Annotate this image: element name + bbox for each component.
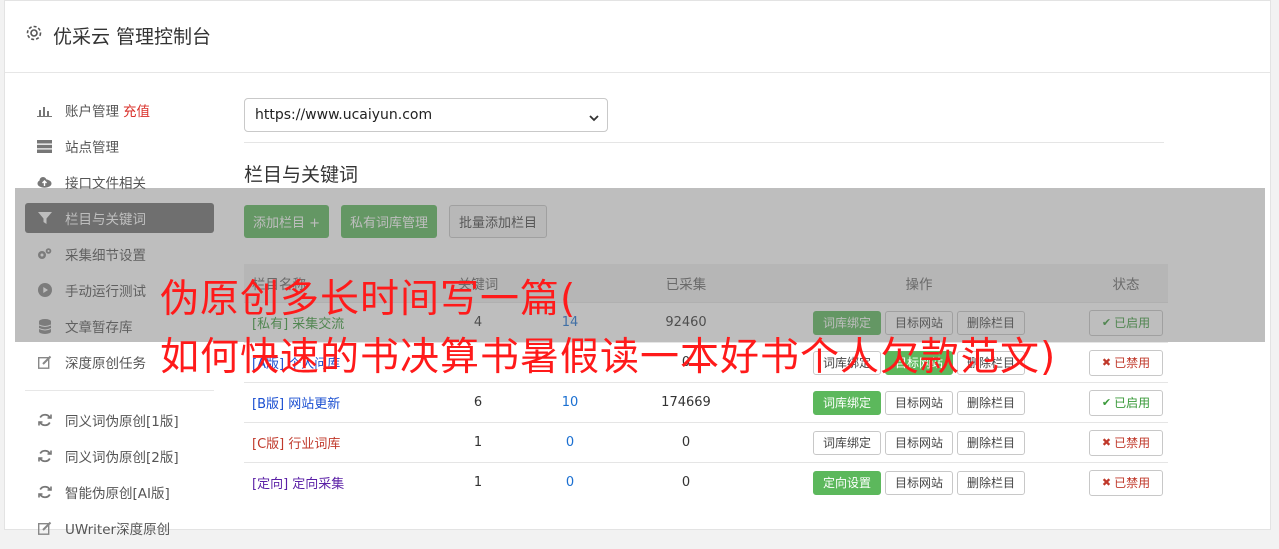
delete-column-button[interactable]: 删除栏目 — [957, 470, 1026, 495]
row-actions: 词库绑定 目标网站 删除栏目 — [754, 390, 1084, 415]
keyword-count: 1 — [473, 475, 483, 490]
site-select-value: https://www.ucaiyun.com — [255, 107, 433, 123]
target-site-button[interactable]: 目标网站 — [884, 470, 953, 495]
watermark-line-1: 伪原创多长时间写一篇( — [160, 277, 577, 322]
row-status: ✖ 已禁用 — [1084, 429, 1168, 456]
header: 优采云 管理控制台 — [5, 1, 1270, 73]
bar-chart-icon — [37, 103, 52, 118]
directed-settings-button[interactable]: 定向设置 — [812, 470, 881, 495]
sidebar-item-account[interactable]: 账户管理 充值 — [25, 95, 214, 125]
check-icon: ✔ — [1101, 396, 1112, 409]
server-icon — [37, 139, 52, 154]
sidebar-item-synonym-v2[interactable]: 同义词伪原创[2版] — [25, 441, 214, 471]
sidebar-item-ai-rewrite[interactable]: 智能伪原创[AI版] — [25, 477, 214, 507]
status-toggle[interactable]: ✖ 已禁用 — [1089, 429, 1163, 456]
page-title: 优采云 管理控制台 — [53, 26, 212, 48]
table-row: [定向] 定向采集 1 0 0 定向设置 目标网站 删除栏目 ✖ 已禁用 — [244, 462, 1168, 502]
refresh-icon — [37, 449, 52, 464]
delete-column-button[interactable]: 删除栏目 — [957, 430, 1026, 455]
close-icon: ✖ — [1101, 436, 1112, 449]
column-name[interactable]: [定向] 定向采集 — [244, 473, 434, 492]
chevron-down-icon — [589, 111, 599, 122]
collected-count: 0 — [681, 475, 691, 490]
edit-icon — [37, 355, 52, 370]
sidebar-item-label: 同义词伪原创[2版] — [65, 450, 179, 466]
sidebar-item-label: UWriter深度原创 — [65, 522, 171, 538]
sidebar-item-sites[interactable]: 站点管理 — [25, 131, 214, 161]
refresh-icon — [37, 485, 52, 500]
status-toggle[interactable]: ✖ 已禁用 — [1089, 349, 1163, 376]
edit-icon — [37, 521, 52, 536]
sidebar-item-label: 智能伪原创[AI版] — [65, 486, 170, 502]
sidebar-item-label: 站点管理 — [65, 140, 119, 156]
row-status: ✖ 已禁用 — [1084, 349, 1168, 376]
bind-lib-button[interactable]: 词库绑定 — [812, 390, 881, 415]
row-status: ✔ 已启用 — [1084, 389, 1168, 416]
bind-lib-button[interactable]: 词库绑定 — [812, 430, 881, 455]
collected-count: 174669 — [661, 395, 711, 410]
target-site-button[interactable]: 目标网站 — [884, 430, 953, 455]
sidebar-item-synonym-v1[interactable]: 同义词伪原创[1版] — [25, 405, 214, 435]
sidebar-item-uwriter[interactable]: UWriter深度原创 — [25, 513, 214, 543]
gear-icon — [25, 24, 43, 42]
status-toggle[interactable]: ✔ 已启用 — [1089, 389, 1163, 416]
delete-column-button[interactable]: 删除栏目 — [957, 390, 1026, 415]
lib-count[interactable]: 0 — [522, 435, 618, 450]
column-name[interactable]: [B版] 网站更新 — [244, 393, 434, 412]
row-status: ✖ 已禁用 — [1084, 469, 1168, 496]
keyword-count: 1 — [473, 435, 483, 450]
close-icon: ✖ — [1101, 476, 1112, 489]
lib-count[interactable]: 0 — [522, 475, 618, 490]
refresh-icon — [37, 413, 52, 428]
collected-count: 0 — [681, 435, 691, 450]
recharge-link[interactable]: 充值 — [123, 100, 150, 120]
table-row: [C版] 行业词库 1 0 0 词库绑定 目标网站 删除栏目 ✖ 已禁用 — [244, 422, 1168, 462]
target-site-button[interactable]: 目标网站 — [884, 390, 953, 415]
close-icon: ✖ — [1101, 356, 1112, 369]
lib-count[interactable]: 10 — [522, 395, 618, 410]
column-name[interactable]: [C版] 行业词库 — [244, 433, 434, 452]
keyword-count: 6 — [473, 395, 483, 410]
row-actions: 词库绑定 目标网站 删除栏目 — [754, 430, 1084, 455]
row-actions: 定向设置 目标网站 删除栏目 — [754, 470, 1084, 495]
site-select[interactable]: https://www.ucaiyun.com — [244, 98, 608, 132]
sidebar-item-label: 深度原创任务 — [65, 356, 146, 372]
table-row: [B版] 网站更新 6 10 174669 词库绑定 目标网站 删除栏目 ✔ 已启… — [244, 382, 1168, 422]
sidebar-divider — [25, 390, 214, 391]
sidebar-item-label: 同义词伪原创[1版] — [65, 414, 179, 430]
section-title: 栏目与关键词 — [244, 164, 359, 186]
watermark-line-2: 如何快速的书决算书暑假读一本好书个人欠款范文) — [160, 335, 1057, 380]
divider — [244, 142, 1164, 143]
status-toggle[interactable]: ✖ 已禁用 — [1089, 469, 1163, 496]
sidebar-item-label: 账户管理 — [65, 104, 119, 120]
